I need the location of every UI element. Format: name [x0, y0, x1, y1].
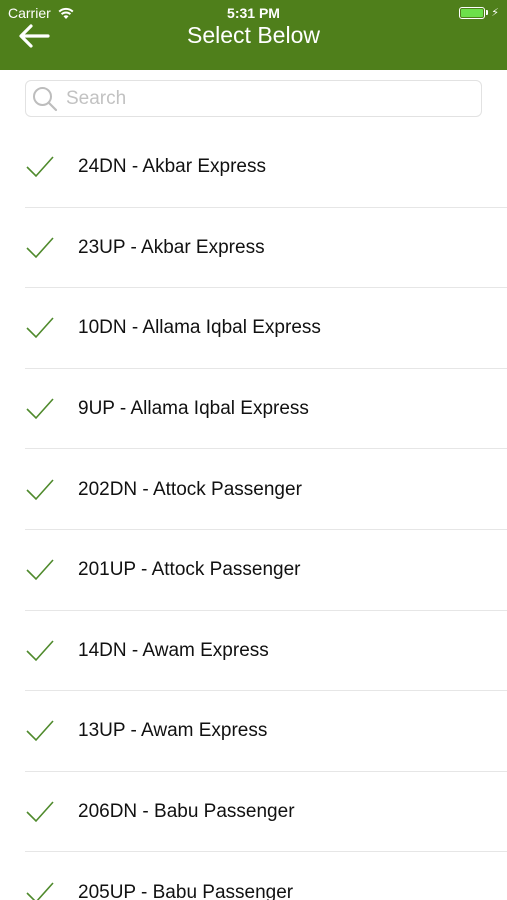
train-name: 24DN - Akbar Express [78, 156, 266, 178]
checkmark-icon [26, 882, 54, 900]
clock: 5:31 PM [227, 5, 280, 21]
checkmark-icon [26, 237, 54, 259]
train-name: 23UP - Akbar Express [78, 236, 265, 258]
train-name: 9UP - Allama Iqbal Express [78, 398, 309, 420]
list-item[interactable]: 24DN - Akbar Express [0, 127, 507, 208]
list-item[interactable]: 14DN - Awam Express [0, 611, 507, 692]
list-item[interactable]: 9UP - Allama Iqbal Express [0, 369, 507, 450]
checkmark-icon [26, 479, 54, 500]
train-name: 205UP - Babu Passenger [78, 881, 294, 900]
train-name: 202DN - Attock Passenger [78, 478, 302, 500]
checkmark-icon [26, 559, 54, 581]
train-name: 13UP - Awam Express [78, 720, 268, 742]
page-title: Select Below [187, 22, 320, 48]
list-item[interactable]: 10DN - Allama Iqbal Express [0, 288, 507, 369]
list-item[interactable]: 23UP - Akbar Express [0, 208, 507, 289]
checkmark-icon [26, 317, 54, 339]
checkmark-icon [26, 720, 54, 742]
checkmark-icon [26, 640, 54, 662]
nav-header: Carrier 5:31 PM ⚡ Select Below [0, 0, 507, 70]
list-item[interactable]: 205UP - Babu Passenger [0, 852, 507, 900]
train-name: 201UP - Attock Passenger [78, 559, 301, 581]
search-input[interactable] [66, 83, 466, 114]
battery-indicator: ⚡ [459, 6, 499, 19]
train-name: 14DN - Awam Express [78, 639, 269, 661]
list-item[interactable]: 201UP - Attock Passenger [0, 530, 507, 611]
charging-icon: ⚡ [491, 7, 499, 19]
checkmark-icon [26, 801, 54, 823]
search-bar[interactable] [25, 80, 482, 117]
list-item[interactable]: 13UP - Awam Express [0, 691, 507, 772]
battery-icon [459, 6, 486, 19]
search-icon [33, 86, 58, 111]
train-list: 24DN - Akbar Express 23UP - Akbar Expres… [0, 127, 507, 900]
list-item[interactable]: 206DN - Babu Passenger [0, 772, 507, 853]
checkmark-icon [26, 398, 54, 420]
train-name: 206DN - Babu Passenger [78, 801, 295, 823]
list-item[interactable]: 202DN - Attock Passenger [0, 449, 507, 530]
checkmark-icon [26, 156, 54, 178]
train-name: 10DN - Allama Iqbal Express [78, 317, 321, 339]
